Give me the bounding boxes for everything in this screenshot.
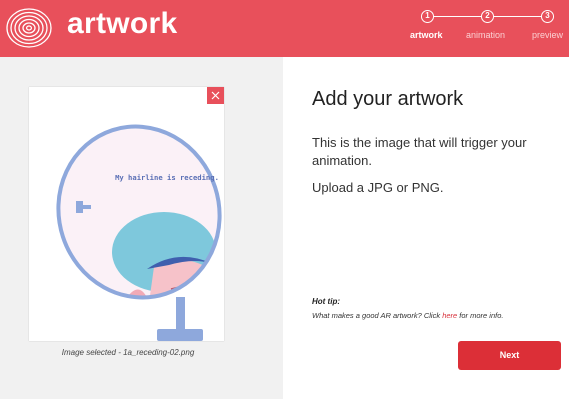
app-title: artwork [67,7,178,40]
step-connector [434,16,481,17]
instructions-panel: Add your artwork This is the image that … [283,57,569,399]
step-1-circle[interactable]: 1 [421,10,434,23]
upload-hint: Upload a JPG or PNG. [312,180,444,195]
step-progress: 1 2 3 artwork animation preview [405,6,569,46]
tip-text: What makes a good AR artwork? Click here… [312,311,503,320]
page-title: Add your artwork [312,88,464,110]
step-2-circle[interactable]: 2 [481,10,494,23]
remove-image-button[interactable] [207,87,224,104]
step-3-circle[interactable]: 3 [541,10,554,23]
tip-text-after: for more info. [457,311,504,320]
tip-text-before: What makes a good AR artwork? Click [312,311,443,320]
concentric-rings-logo-icon [6,8,52,48]
tip-title: Hot tip: [312,297,340,306]
close-icon [211,91,220,100]
step-3-label[interactable]: preview [532,30,563,40]
app-header: artwork 1 2 3 artwork animation preview [0,0,569,57]
step-2-label[interactable]: animation [466,30,505,40]
description-text: This is the image that will trigger your… [312,135,527,168]
artwork-caption-text: My hairline is receding. [115,173,219,182]
next-button[interactable]: Next [458,341,561,370]
tip-help-link[interactable]: here [442,311,457,320]
mirror-illustration: My hairline is receding. [56,124,222,341]
selected-file-caption: Image selected - 1a_receding-02.png [61,348,195,357]
artwork-preview-panel: My hairline is receding. Image selected … [0,57,283,399]
artwork-card: My hairline is receding. [29,87,224,341]
step-connector [494,16,541,17]
step-1-label[interactable]: artwork [410,30,443,40]
